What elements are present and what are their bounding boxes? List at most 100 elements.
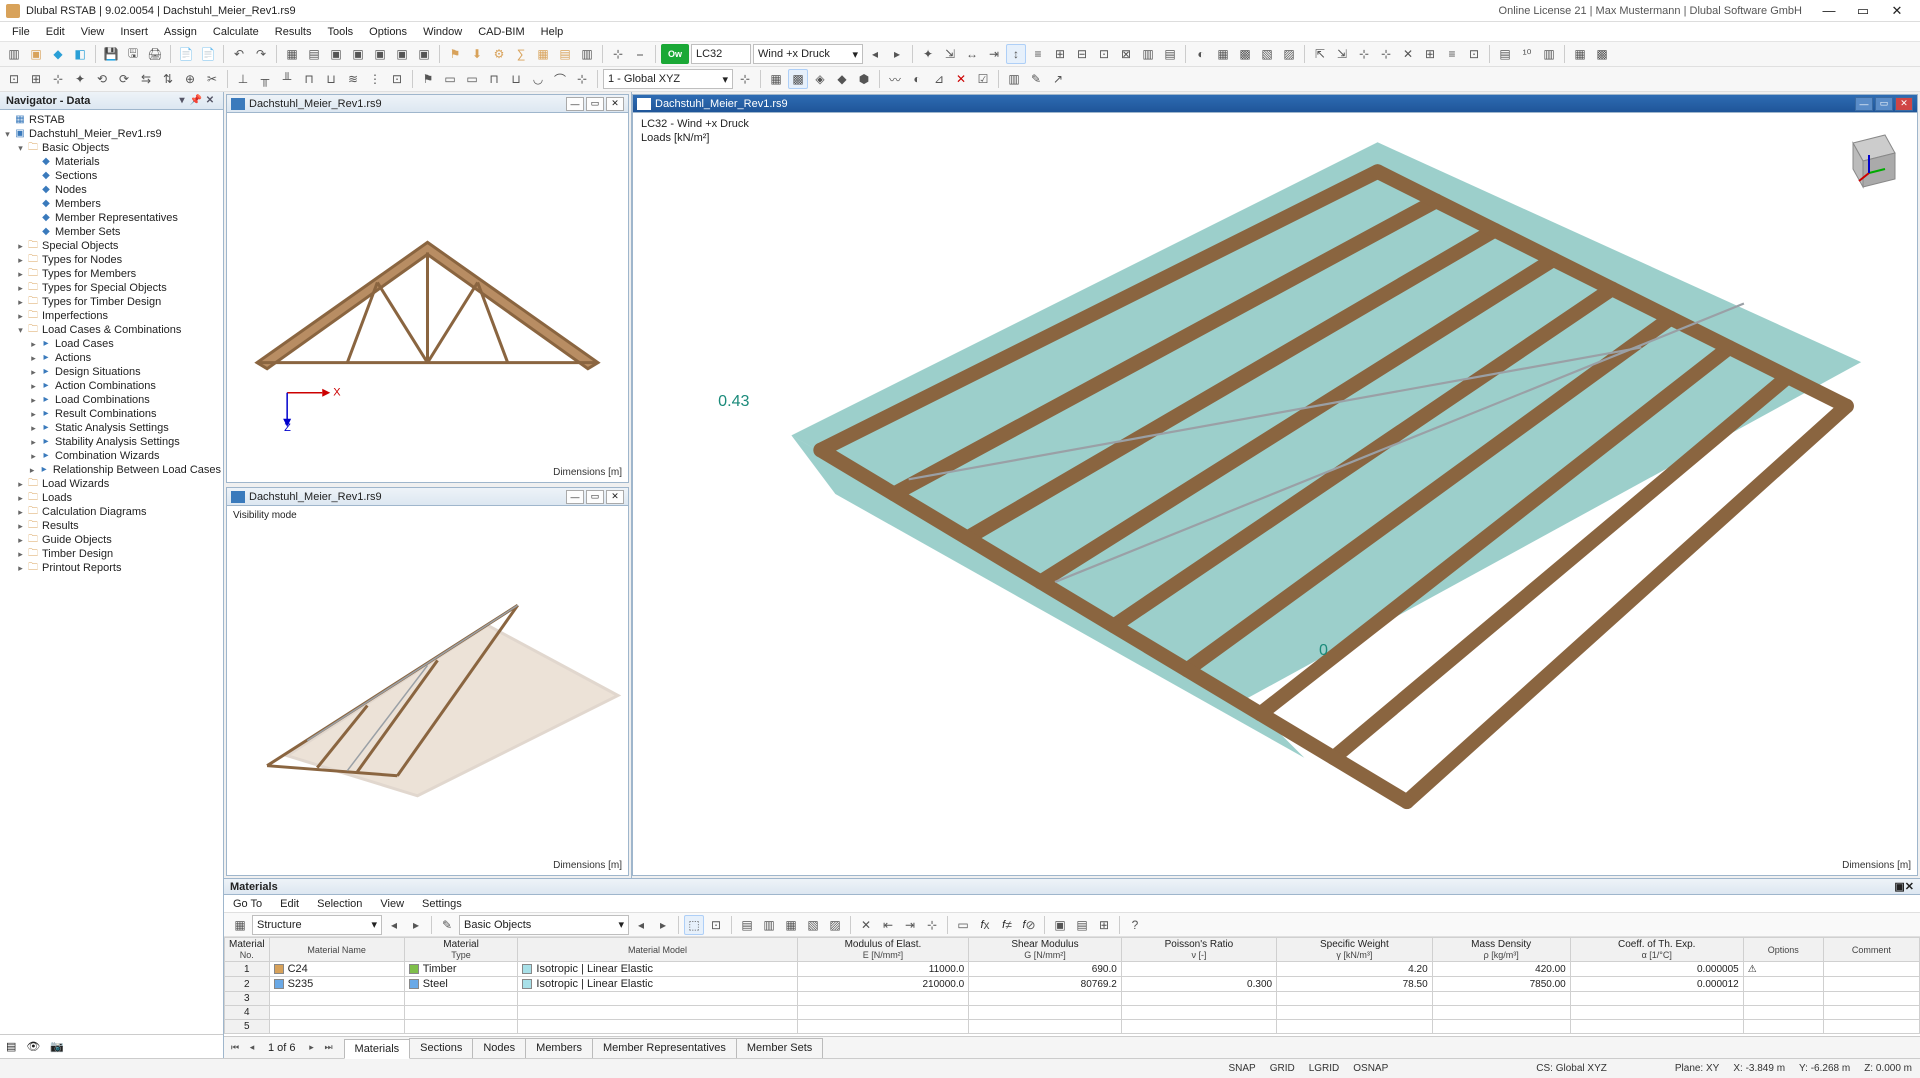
s39-icon[interactable]: ✎ [1026, 69, 1046, 89]
view-close-button[interactable]: ✕ [606, 490, 624, 504]
nav-tab-camera-icon[interactable]: 📷 [50, 1040, 64, 1053]
tbm8-icon[interactable]: ⇤ [878, 915, 898, 935]
tbm12-icon[interactable]: ▣ [1050, 915, 1070, 935]
prev-cat-icon[interactable]: ◂ [384, 915, 404, 935]
tb-q-icon[interactable]: ▨ [1279, 44, 1299, 64]
s11-icon[interactable]: ⊥ [233, 69, 253, 89]
s22-icon[interactable]: ⊓ [484, 69, 504, 89]
s23-icon[interactable]: ⊔ [506, 69, 526, 89]
tb-g-icon[interactable]: ⊞ [1050, 44, 1070, 64]
s33-icon[interactable]: 〰 [885, 69, 905, 89]
tbm-fxx-icon[interactable]: f≠ [997, 915, 1017, 935]
window-cascade-icon[interactable]: ▤ [304, 44, 324, 64]
node-icon[interactable]: ⊹ [608, 44, 628, 64]
basic-objects-combo[interactable]: Basic Objects▾ [459, 915, 629, 935]
tbm-fx-icon[interactable]: fx [975, 915, 995, 935]
s10-icon[interactable]: ✂ [202, 69, 222, 89]
tbm14-icon[interactable]: ⊞ [1094, 915, 1114, 935]
lc-badge[interactable]: Ow [661, 44, 689, 64]
navigator-close-icon[interactable]: ✕ [203, 94, 217, 108]
s17-icon[interactable]: ⋮ [365, 69, 385, 89]
tb-j-icon[interactable]: ⊠ [1116, 44, 1136, 64]
menu-calculate[interactable]: Calculate [205, 24, 267, 40]
tb-h-icon[interactable]: ⊟ [1072, 44, 1092, 64]
check-icon[interactable]: ⚑ [445, 44, 465, 64]
extra1-icon[interactable]: ▥ [577, 44, 597, 64]
tree-imperfections[interactable]: ▸🗀Imperfections [2, 309, 221, 323]
s36-icon[interactable]: ✕ [951, 69, 971, 89]
s40-icon[interactable]: ↗ [1048, 69, 1068, 89]
member-icon[interactable]: ⎯ [630, 44, 650, 64]
menu-options[interactable]: Options [361, 24, 415, 40]
panel-dock-icon[interactable]: ▣ [1894, 880, 1904, 893]
coord-system-combo[interactable]: 1 - Global XYZ▾ [603, 69, 733, 89]
s34-icon[interactable]: ◐ [907, 69, 927, 89]
s35-icon[interactable]: ⊿ [929, 69, 949, 89]
table-row[interactable]: 2 S235 Steel Isotropic | Linear Elastic … [225, 977, 1920, 992]
tab-materials[interactable]: Materials [344, 1039, 411, 1059]
view-3d-main[interactable]: Dachstuhl_Meier_Rev1.rs9 — ▭ ✕ LC32 - Wi… [632, 94, 1918, 876]
next-cat-icon[interactable]: ▸ [406, 915, 426, 935]
view4-icon[interactable]: ▣ [392, 44, 412, 64]
tb-k-icon[interactable]: ▥ [1138, 44, 1158, 64]
menu-view[interactable]: View [73, 24, 113, 40]
mat-menu-settings[interactable]: Settings [413, 897, 471, 911]
tbm10-icon[interactable]: ⊹ [922, 915, 942, 935]
tb-u-icon[interactable]: ⊹ [1376, 44, 1396, 64]
tb-v-icon[interactable]: ✕ [1398, 44, 1418, 64]
s3-icon[interactable]: ⊹ [48, 69, 68, 89]
view-min-button[interactable]: — [1855, 97, 1873, 111]
minimize-button[interactable]: — [1812, 0, 1846, 22]
tbm9-icon[interactable]: ⇥ [900, 915, 920, 935]
navigator-pin-icon[interactable]: 📌 [189, 94, 203, 108]
s32-icon[interactable]: ⬢ [854, 69, 874, 89]
mat-menu-go-to[interactable]: Go To [224, 897, 271, 911]
view-max-button[interactable]: ▭ [1875, 97, 1893, 111]
tb-i-icon[interactable]: ⊡ [1094, 44, 1114, 64]
nav-tab-views-icon[interactable]: 👁 [26, 1040, 40, 1053]
s13-icon[interactable]: ╨ [277, 69, 297, 89]
tbm3-icon[interactable]: ▤ [737, 915, 757, 935]
tb-n-icon[interactable]: ▦ [1213, 44, 1233, 64]
tab-sections[interactable]: Sections [409, 1038, 473, 1058]
calc-icon[interactable]: ⚙ [489, 44, 509, 64]
s25-icon[interactable]: ⌒ [550, 69, 570, 89]
page-prev-icon[interactable]: ◂ [245, 1040, 259, 1056]
s27-icon[interactable]: ⊹ [735, 69, 755, 89]
table-row[interactable]: 3 [225, 992, 1920, 1006]
tb-o-icon[interactable]: ▩ [1235, 44, 1255, 64]
s26-icon[interactable]: ⊹ [572, 69, 592, 89]
table-row[interactable]: 4 [225, 1006, 1920, 1020]
mat-menu-edit[interactable]: Edit [271, 897, 308, 911]
close-button[interactable]: ✕ [1880, 0, 1914, 22]
s24-icon[interactable]: ◡ [528, 69, 548, 89]
redo-icon[interactable]: ↷ [251, 44, 271, 64]
menu-tools[interactable]: Tools [319, 24, 361, 40]
s8-icon[interactable]: ⇅ [158, 69, 178, 89]
tree-member-sets[interactable]: ◆Member Sets [2, 225, 221, 239]
tree-actions[interactable]: ▸▸Actions [2, 351, 221, 365]
s9-icon[interactable]: ⊕ [180, 69, 200, 89]
s15-icon[interactable]: ⊔ [321, 69, 341, 89]
tb-t-icon[interactable]: ⊹ [1354, 44, 1374, 64]
tab-members[interactable]: Members [525, 1038, 593, 1058]
tb-c-icon[interactable]: ↔ [962, 44, 982, 64]
report-icon[interactable]: 📄 [176, 44, 196, 64]
tb-e-icon[interactable]: ↕ [1006, 44, 1026, 64]
view-close-button[interactable]: ✕ [1895, 97, 1913, 111]
loads-icon[interactable]: ⬇ [467, 44, 487, 64]
s28-icon[interactable]: ▦ [766, 69, 786, 89]
report2-icon[interactable]: ▤ [555, 44, 575, 64]
tree-special-objects[interactable]: ▸🗀Special Objects [2, 239, 221, 253]
tree-load-cases[interactable]: ▸▸Load Cases [2, 337, 221, 351]
tree-printout-reports[interactable]: ▸🗀Printout Reports [2, 561, 221, 575]
s29-icon[interactable]: ▩ [788, 69, 808, 89]
menu-cad-bim[interactable]: CAD-BIM [470, 24, 532, 40]
tree-types-for-nodes[interactable]: ▸🗀Types for Nodes [2, 253, 221, 267]
loadcase-name-combo[interactable]: Wind +x Druck▾ [753, 44, 863, 64]
s6-icon[interactable]: ⟳ [114, 69, 134, 89]
tb-r-icon[interactable]: ⇱ [1310, 44, 1330, 64]
tab-nodes[interactable]: Nodes [472, 1038, 526, 1058]
mat-menu-view[interactable]: View [371, 897, 413, 911]
tree-member-representatives[interactable]: ◆Member Representatives [2, 211, 221, 225]
